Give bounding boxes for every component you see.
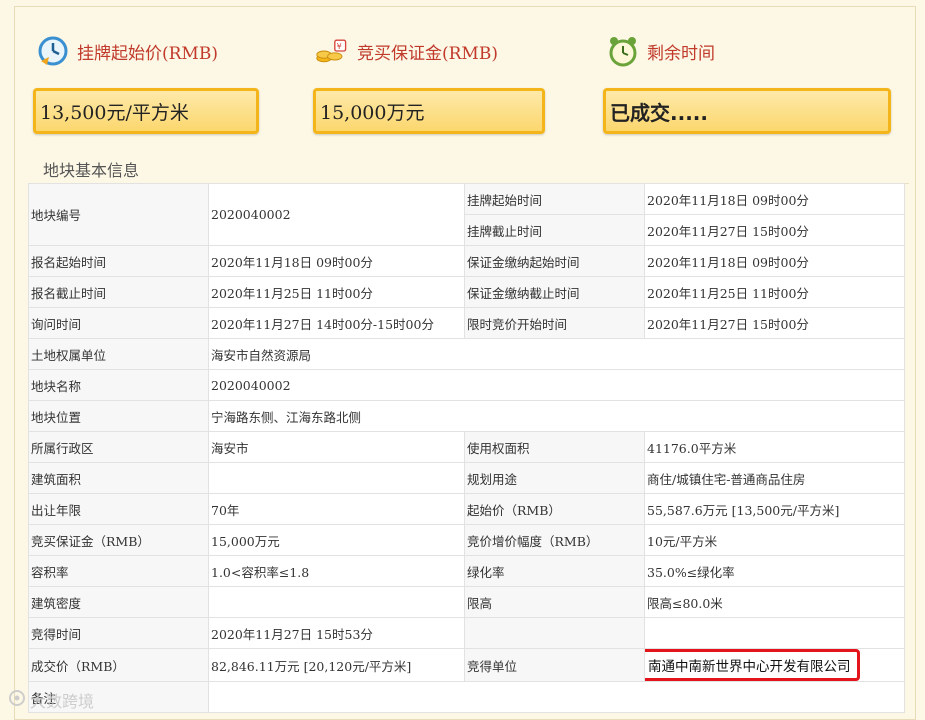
table-row: 所属行政区 海安市 使用权面积 41176.0平方米 [28,431,905,463]
deposit-start-label: 保证金缴纳起始时间 [464,245,645,277]
listing-end-label: 挂牌截止时间 [464,214,645,246]
height-label: 限高 [464,586,645,618]
starting-price-card: 挂牌起始价(RMB) 13,500元/平方米 [33,31,273,141]
reg-end-value: 2020年11月25日 11时00分 [208,276,465,308]
deposit-end-value: 2020年11月25日 11时00分 [644,276,905,308]
svg-text:¥: ¥ [337,41,342,51]
usage-value: 商住/城镇住宅-普通商品住房 [644,462,905,494]
table-row: 建筑密度 限高 限高≤80.0米 [28,586,905,618]
table-row: 备注 [28,681,905,713]
table-row: 容积率 1.0<容积率≤1.8 绿化率 35.0%≤绿化率 [28,555,905,587]
increment-value: 10元/平方米 [644,524,905,556]
watermark-text: 大数跨境 [30,692,95,711]
table-row: 土地权属单位 海安市自然资源局 [28,338,905,370]
height-value: 限高≤80.0米 [644,586,905,618]
owner-label: 土地权属单位 [28,338,209,370]
coins-icon: ¥ [315,33,351,69]
empty-value-cell [644,617,905,649]
parcel-no-value: 2020040002 [208,183,465,246]
starting-price-value: 13,500元/平方米 [33,88,259,134]
green-value: 35.0%≤绿化率 [644,555,905,587]
table-row: 竞买保证金（RMB） 15,000万元 竞价增价幅度（RMB） 10元/平方米 [28,524,905,556]
watermark-logo-icon [8,689,26,711]
inquiry-value: 2020年11月27日 14时00分-15时00分 [208,307,465,339]
table-row: 成交价（RMB） 82,846.11万元 [20,120元/平方米] 竞得单位 … [28,648,905,682]
deposit-end-label: 保证金缴纳截止时间 [464,276,645,308]
reg-end-label: 报名截止时间 [28,276,209,308]
start-price-label: 起始价（RMB） [464,493,645,525]
clock-icon [35,33,71,69]
building-area-label: 建筑面积 [28,462,209,494]
deposit-label: 竞买保证金(RMB) [357,43,498,64]
district-value: 海安市 [208,431,465,463]
empty-label-cell [464,617,645,649]
summary-cards: 挂牌起始价(RMB) 13,500元/平方米 ¥ 竞买保证金(RMB) 15,0… [15,31,915,141]
usage-label: 规划用途 [464,462,645,494]
listing-start-value: 2020年11月18日 09时00分 [644,183,905,215]
win-time-value: 2020年11月27日 15时53分 [208,617,465,649]
table-row: 报名截止时间 2020年11月25日 11时00分 保证金缴纳截止时间 2020… [28,276,905,308]
winner-cell: 南通中南新世界中心开发有限公司 [644,648,905,682]
remaining-time-value: 已成交..... [603,88,891,134]
far-value: 1.0<容积率≤1.8 [208,555,465,587]
location-label: 地块位置 [28,400,209,432]
deposit-row-label: 竞买保证金（RMB） [28,524,209,556]
deal-price-value: 82,846.11万元 [20,120元/平方米] [208,648,465,682]
watermark: 大数跨境 [8,688,94,712]
density-label: 建筑密度 [28,586,209,618]
green-label: 绿化率 [464,555,645,587]
name-label: 地块名称 [28,369,209,401]
table-row: 地块编号 2020040002 挂牌起始时间 2020年11月18日 09时00… [28,183,905,246]
density-value [208,586,465,618]
alarm-clock-icon [605,33,641,69]
bid-start-value: 2020年11月27日 15时00分 [644,307,905,339]
winner-label: 竞得单位 [464,648,645,682]
table-row: 询问时间 2020年11月27日 14时00分-15时00分 限时竞价开始时间 … [28,307,905,339]
increment-label: 竞价增价幅度（RMB） [464,524,645,556]
table-row: 竞得时间 2020年11月27日 15时53分 [28,617,905,649]
deposit-start-value: 2020年11月18日 09时00分 [644,245,905,277]
parcel-no-label: 地块编号 [28,183,209,246]
remaining-time-label: 剩余时间 [647,43,715,64]
term-label: 出让年限 [28,493,209,525]
table-row: 报名起始时间 2020年11月18日 09时00分 保证金缴纳起始时间 2020… [28,245,905,277]
parcel-info-table: 地块编号 2020040002 挂牌起始时间 2020年11月18日 09时00… [28,183,905,713]
district-label: 所属行政区 [28,431,209,463]
reg-start-label: 报名起始时间 [28,245,209,277]
bid-start-label: 限时竞价开始时间 [464,307,645,339]
table-row: 地块位置 宁海路东侧、江海东路北侧 [28,400,905,432]
far-label: 容积率 [28,555,209,587]
term-value: 70年 [208,493,465,525]
starting-price-label: 挂牌起始价(RMB) [77,43,218,64]
location-value: 宁海路东侧、江海东路北侧 [208,400,905,432]
remark-value [208,681,905,713]
name-value: 2020040002 [208,369,905,401]
inquiry-label: 询问时间 [28,307,209,339]
win-time-label: 竞得时间 [28,617,209,649]
section-title: 地块基本信息 [43,161,140,180]
reg-start-value: 2020年11月18日 09时00分 [208,245,465,277]
remaining-time-card: 剩余时间 已成交..... [603,31,891,141]
owner-value: 海安市自然资源局 [208,338,905,370]
listing-end-value: 2020年11月27日 15时00分 [644,214,905,246]
table-row: 出让年限 70年 起始价（RMB） 55,587.6万元 [13,500元/平方… [28,493,905,525]
area-label: 使用权面积 [464,431,645,463]
winner-value: 南通中南新世界中心开发有限公司 [645,649,860,681]
deposit-row-value: 15,000万元 [208,524,465,556]
start-price-value: 55,587.6万元 [13,500元/平方米] [644,493,905,525]
deposit-value: 15,000万元 [313,88,545,134]
table-row: 建筑面积 规划用途 商住/城镇住宅-普通商品住房 [28,462,905,494]
deposit-card: ¥ 竞买保证金(RMB) 15,000万元 [313,31,553,141]
deal-price-label: 成交价（RMB） [28,648,209,682]
listing-start-label: 挂牌起始时间 [464,183,645,215]
building-area-value [208,462,465,494]
table-row: 地块名称 2020040002 [28,369,905,401]
area-value: 41176.0平方米 [644,431,905,463]
